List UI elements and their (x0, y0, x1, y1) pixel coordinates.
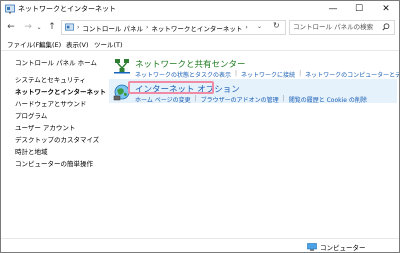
recent-locations-chevron-icon[interactable]: ⌄ (35, 20, 43, 34)
breadcrumb-separator-icon[interactable]: › (146, 24, 148, 31)
breadcrumb-separator-icon[interactable]: › (77, 24, 79, 31)
title-bar: ネットワークとインターネット — ☐ ✕ (1, 1, 399, 17)
sidebar-item-user-accounts[interactable]: ユーザー アカウント (15, 122, 75, 132)
close-button[interactable]: ✕ (373, 1, 399, 17)
breadcrumb-separator-icon[interactable]: › (245, 24, 247, 31)
breadcrumb-control-panel[interactable]: コントロール パネル (82, 23, 143, 33)
control-panel-location-icon (65, 23, 74, 31)
link-divider: | (282, 95, 285, 102)
status-location-label: コンピューター (320, 244, 366, 252)
search-box[interactable] (289, 20, 395, 35)
network-sharing-center-links: ネットワークの状態とタスクの表示 | ネットワークに接続 | ネットワークのコン… (135, 70, 399, 79)
sidebar-item-appearance[interactable]: デスクトップのカスタマイズ (15, 134, 99, 144)
menu-edit[interactable]: 編集(E) (39, 39, 61, 49)
back-arrow-icon[interactable]: ← (4, 20, 18, 34)
link-connect-to-network[interactable]: ネットワークに接続 (241, 70, 295, 79)
network-sharing-center-icon[interactable] (113, 57, 131, 75)
refresh-icon[interactable]: ↻ (273, 21, 280, 30)
sidebar-item-system-security[interactable]: システムとセキュリティ (15, 74, 86, 84)
link-manage-addons[interactable]: ブラウザーのアドオンの管理 (201, 95, 279, 104)
menu-view[interactable]: 表示(V) (66, 39, 89, 49)
control-panel-icon (5, 4, 15, 14)
link-delete-history-cookies[interactable]: 閲覧の履歴と Cookie の削除 (289, 95, 367, 104)
sidebar: コントロール パネル ホーム システムとセキュリティ ネットワークとインターネッ… (1, 51, 106, 237)
status-bar: コンピューター (1, 238, 399, 252)
address-bar-row: ← → ⌄ ↑ › コントロール パネル › ネットワークとインターネット › … (1, 18, 399, 36)
internet-options-highlight-box (128, 81, 214, 94)
address-field[interactable]: › コントロール パネル › ネットワークとインターネット › (61, 20, 286, 35)
link-divider: | (194, 95, 197, 102)
status-location: コンピューター (307, 242, 366, 252)
sidebar-item-network-internet: ネットワークとインターネット (15, 88, 106, 96)
sidebar-item-control-panel-home[interactable]: コントロール パネル ホーム (15, 57, 97, 67)
link-view-network-computers[interactable]: ネットワークのコンピューターとデバイスの表示 (305, 70, 399, 79)
menu-file[interactable]: ファイル(F) (7, 39, 42, 49)
minimize-button[interactable]: — (320, 1, 346, 17)
network-sharing-center-title[interactable]: ネットワークと共有センター (135, 58, 246, 70)
sidebar-item-hardware-sound[interactable]: ハードウェアとサウンド (15, 98, 86, 108)
search-icon[interactable] (382, 23, 390, 31)
maximize-button[interactable]: ☐ (346, 1, 372, 17)
menu-tools[interactable]: ツール(T) (94, 39, 123, 49)
search-input[interactable] (293, 22, 378, 32)
link-divider: | (235, 70, 238, 77)
menu-bar: ファイル(F) 編集(E) 表示(V) ツール(T) (1, 37, 399, 51)
link-view-network-status[interactable]: ネットワークの状態とタスクの表示 (135, 70, 231, 79)
internet-options-links: ホーム ページの変更 | ブラウザーのアドオンの管理 | 閲覧の履歴と Cook… (135, 95, 367, 104)
sidebar-item-clock-region[interactable]: 時計と地域 (15, 146, 48, 156)
forward-arrow-icon[interactable]: → (21, 20, 35, 34)
breadcrumb-network-internet[interactable]: ネットワークとインターネット (151, 23, 242, 33)
up-arrow-icon[interactable]: ↑ (45, 20, 59, 34)
sidebar-item-programs[interactable]: プログラム (15, 110, 47, 120)
main-content: ネットワークと共有センター ネットワークの状態とタスクの表示 | ネットワークに… (105, 51, 399, 237)
window-title: ネットワークとインターネット (18, 5, 116, 13)
link-divider: | (299, 70, 302, 77)
control-panel-window: ネットワークとインターネット — ☐ ✕ ← → ⌄ ↑ › コントロール パネ… (0, 0, 400, 253)
address-dropdown-icon[interactable]: ⌄ (257, 23, 262, 30)
computer-icon (307, 243, 317, 251)
link-change-home-page[interactable]: ホーム ページの変更 (135, 95, 191, 104)
sidebar-item-ease-of-access[interactable]: コンピューターの簡単操作 (15, 158, 93, 168)
